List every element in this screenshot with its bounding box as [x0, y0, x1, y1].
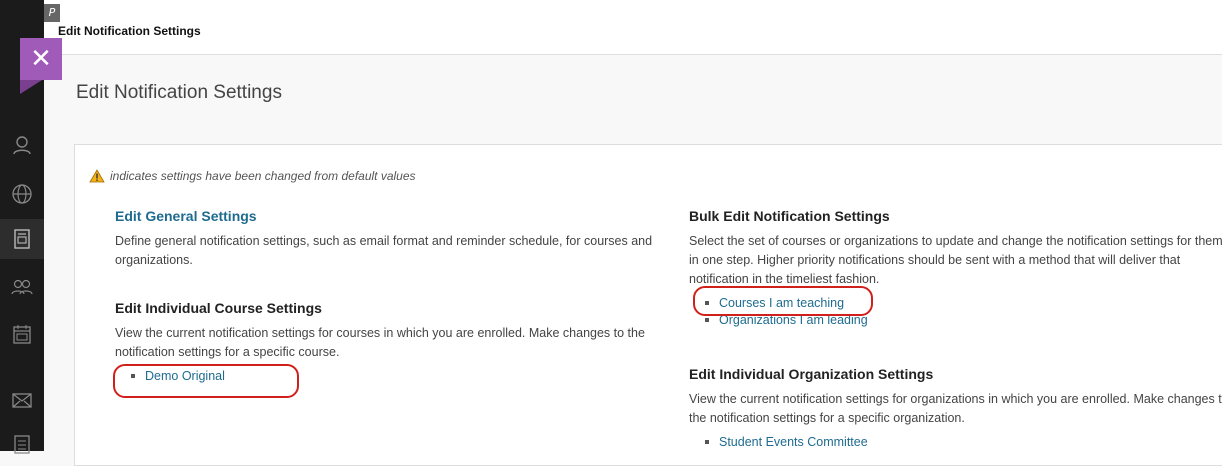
- individual-course-desc: View the current notification settings f…: [115, 326, 645, 359]
- individual-course-heading: Edit Individual Course Settings: [115, 300, 322, 316]
- organization-link[interactable]: Student Events Committee: [719, 435, 868, 449]
- bulk-edit-heading: Bulk Edit Notification Settings: [689, 208, 890, 224]
- courses-icon[interactable]: [0, 219, 44, 259]
- groups-icon[interactable]: [0, 266, 44, 306]
- general-settings-desc: Define general notification settings, su…: [115, 234, 653, 267]
- close-button[interactable]: ✕: [20, 38, 62, 94]
- user-icon[interactable]: [0, 125, 44, 165]
- globe-icon[interactable]: [0, 174, 44, 214]
- title-bar: Edit Notification Settings: [44, 0, 1222, 55]
- window-title: Edit Notification Settings: [58, 24, 201, 38]
- org-list: Student Events Committee: [689, 434, 1222, 451]
- individual-org-desc: View the current notification settings f…: [689, 392, 1222, 425]
- list-item[interactable]: Student Events Committee: [703, 434, 1222, 451]
- highlight-oval: [113, 364, 299, 398]
- close-icon: ✕: [30, 43, 52, 73]
- page-title: Edit Notification Settings: [76, 82, 282, 103]
- highlight-oval: [693, 286, 873, 316]
- pin-icon[interactable]: 𝘗: [44, 4, 60, 22]
- grades-icon[interactable]: [0, 424, 44, 464]
- bulk-edit-desc: Select the set of courses or organizatio…: [689, 234, 1222, 286]
- settings-panel: indicates settings have been changed fro…: [74, 144, 1222, 466]
- warning-icon: [89, 169, 105, 183]
- edit-general-settings-link[interactable]: Edit General Settings: [115, 208, 675, 224]
- mail-icon[interactable]: [0, 380, 44, 420]
- general-settings-section: Edit General Settings Define general not…: [115, 208, 675, 270]
- individual-org-section: Edit Individual Organization Settings Vi…: [689, 366, 1222, 451]
- individual-org-heading: Edit Individual Organization Settings: [689, 366, 934, 382]
- legend-note: indicates settings have been changed fro…: [89, 169, 416, 183]
- calendar-icon[interactable]: [0, 314, 44, 354]
- legend-note-text: indicates settings have been changed fro…: [110, 169, 416, 183]
